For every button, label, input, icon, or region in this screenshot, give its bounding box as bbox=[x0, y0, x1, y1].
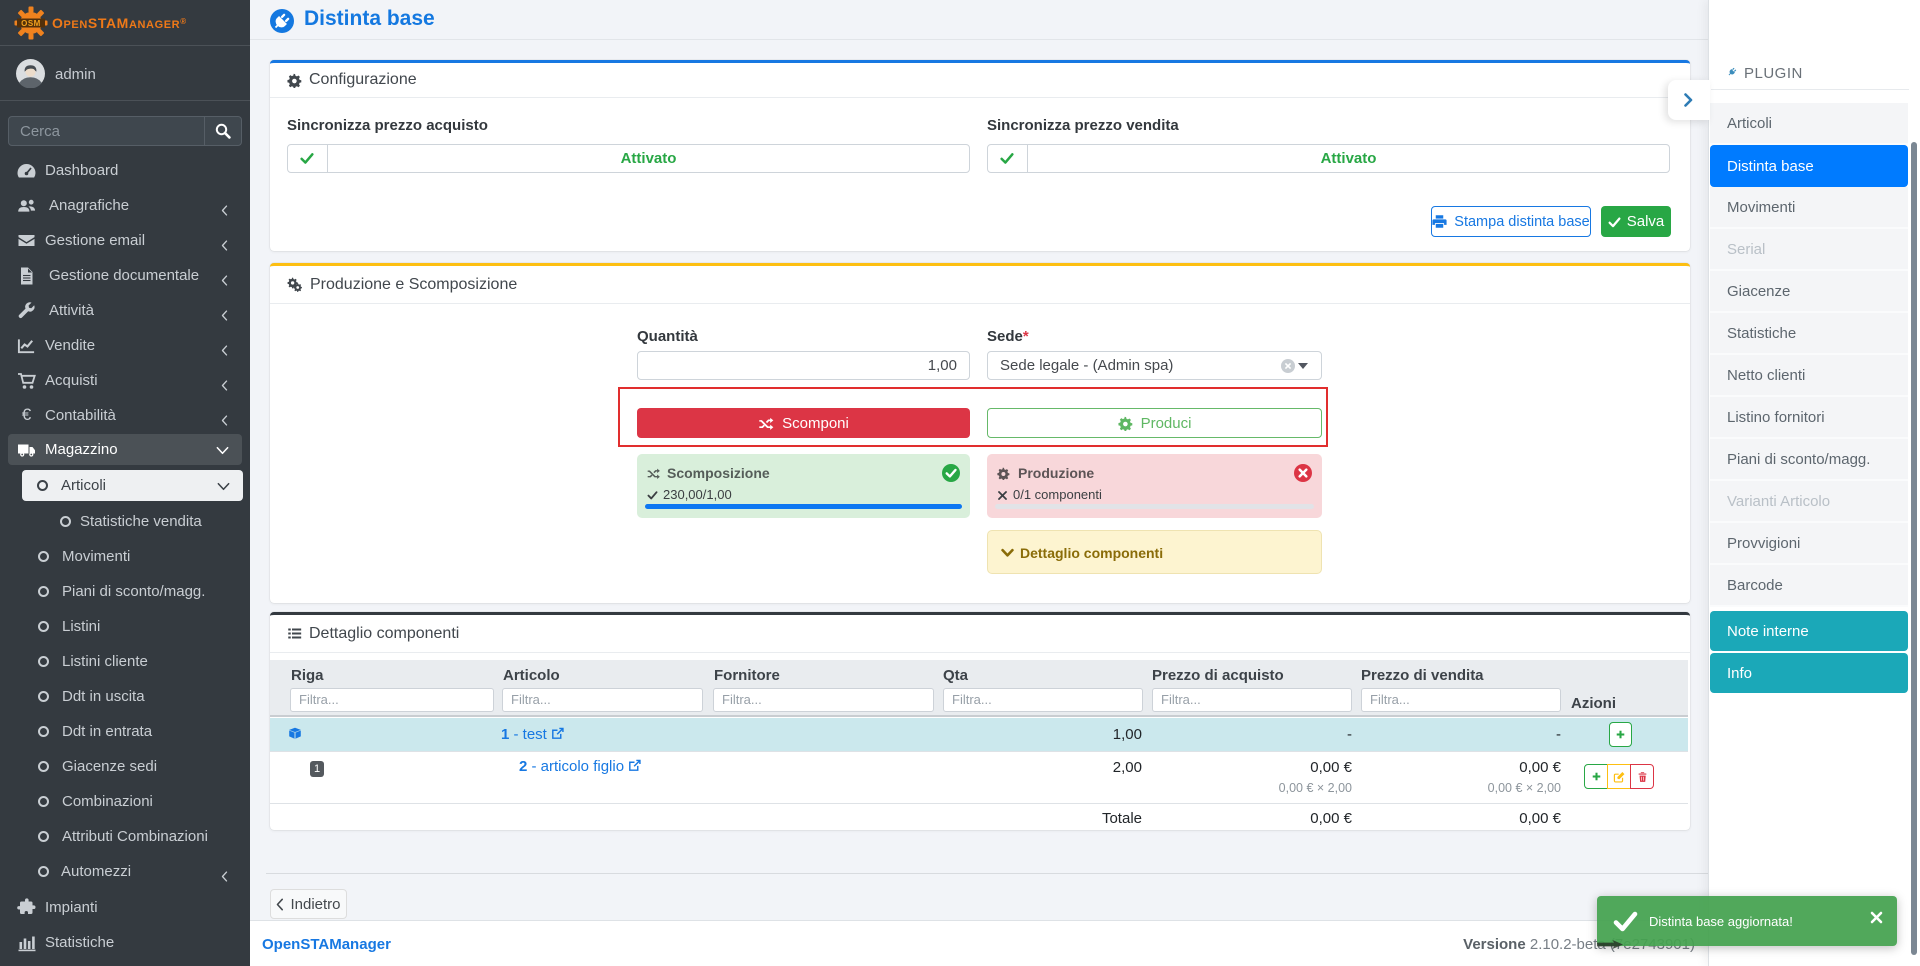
svg-text:OSM: OSM bbox=[21, 19, 41, 28]
